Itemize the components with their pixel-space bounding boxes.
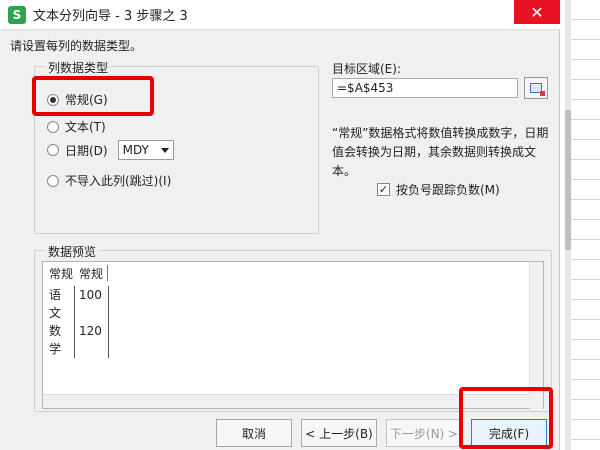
preview-column-header[interactable]: 常规 bbox=[49, 265, 73, 282]
cancel-button[interactable]: 取消 bbox=[216, 419, 292, 447]
preview-cell: 120 bbox=[75, 322, 109, 358]
preview-cell: 100 bbox=[75, 286, 109, 322]
close-button[interactable]: ✕ bbox=[514, 0, 560, 24]
radio-general[interactable]: 常规(G) bbox=[47, 91, 108, 108]
back-button[interactable]: < 上一步(B) bbox=[301, 419, 377, 447]
preview-row: 语文 100 bbox=[49, 286, 109, 322]
negative-option-label: 按负号跟踪负数(M) bbox=[396, 183, 500, 197]
next-button[interactable]: 下一步(N) > bbox=[386, 419, 462, 447]
app-logo-icon: S bbox=[8, 5, 26, 24]
range-select-icon bbox=[530, 83, 545, 96]
finish-button[interactable]: 完成(F) bbox=[471, 419, 547, 447]
radio-date-label: 日期(D) bbox=[65, 143, 108, 158]
format-description: “常规”数据格式将数值转换成数字，日期值会转换为日期，其余数据则转换成文本。 bbox=[332, 126, 549, 178]
destination-label: 目标区域(E): bbox=[332, 62, 401, 76]
date-format-select[interactable]: MDY bbox=[117, 140, 174, 160]
radio-text-label: 文本(T) bbox=[65, 120, 106, 134]
preview-rows: 语文 100 数学 120 bbox=[49, 286, 109, 358]
data-preview-group: 数据预览 常规 常规 语文 100 数学 120 bbox=[34, 243, 552, 412]
sheet-scrollbar[interactable] bbox=[565, 0, 571, 450]
radio-icon[interactable] bbox=[47, 174, 59, 187]
range-select-button[interactable] bbox=[524, 77, 548, 99]
radio-general-label: 常规(G) bbox=[65, 93, 108, 107]
destination-input[interactable]: =$A$453 bbox=[332, 78, 518, 98]
sheet-scroll-thumb[interactable] bbox=[565, 110, 571, 250]
preview-horizontal-scrollbar[interactable] bbox=[43, 394, 531, 408]
negative-checkbox[interactable]: ✓ bbox=[377, 183, 390, 196]
radio-icon[interactable] bbox=[47, 93, 59, 106]
spreadsheet-grid bbox=[565, 0, 600, 450]
date-format-value: MDY bbox=[122, 143, 149, 157]
column-type-legend: 列数据类型 bbox=[45, 59, 112, 76]
data-preview-legend: 数据预览 bbox=[45, 243, 100, 260]
window-title: 文本分列向导 - 3 步骤之 3 bbox=[33, 9, 188, 24]
radio-icon[interactable] bbox=[47, 120, 59, 133]
negative-number-option[interactable]: ✓ 按负号跟踪负数(M) bbox=[377, 181, 500, 198]
preview-vertical-scrollbar[interactable] bbox=[529, 262, 543, 410]
preview-header: 常规 常规 bbox=[49, 265, 113, 282]
preview-row: 数学 120 bbox=[49, 322, 109, 358]
column-type-group: 列数据类型 常规(G) 文本(T) 日期(D) MDY 不导入此列(跳过)(I) bbox=[34, 59, 319, 234]
preview-column-header[interactable]: 常规 bbox=[79, 265, 103, 282]
radio-skip[interactable]: 不导入此列(跳过)(I) bbox=[47, 172, 171, 189]
chevron-down-icon bbox=[160, 147, 169, 153]
instruction-text: 请设置每列的数据类型。 bbox=[10, 39, 143, 53]
radio-icon[interactable] bbox=[47, 144, 59, 156]
column-divider bbox=[107, 265, 109, 281]
preview-cell: 数学 bbox=[49, 322, 75, 358]
text-to-columns-dialog: S 文本分列向导 - 3 步骤之 3 ✕ 请设置每列的数据类型。 列数据类型 常… bbox=[0, 0, 560, 450]
radio-text[interactable]: 文本(T) bbox=[47, 118, 106, 135]
title-bar: S 文本分列向导 - 3 步骤之 3 ✕ bbox=[0, 0, 560, 30]
radio-skip-label: 不导入此列(跳过)(I) bbox=[65, 174, 172, 188]
preview-cell: 语文 bbox=[49, 286, 75, 322]
radio-date[interactable]: 日期(D) MDY bbox=[47, 140, 174, 160]
preview-pane[interactable]: 常规 常规 语文 100 数学 120 bbox=[42, 261, 544, 410]
